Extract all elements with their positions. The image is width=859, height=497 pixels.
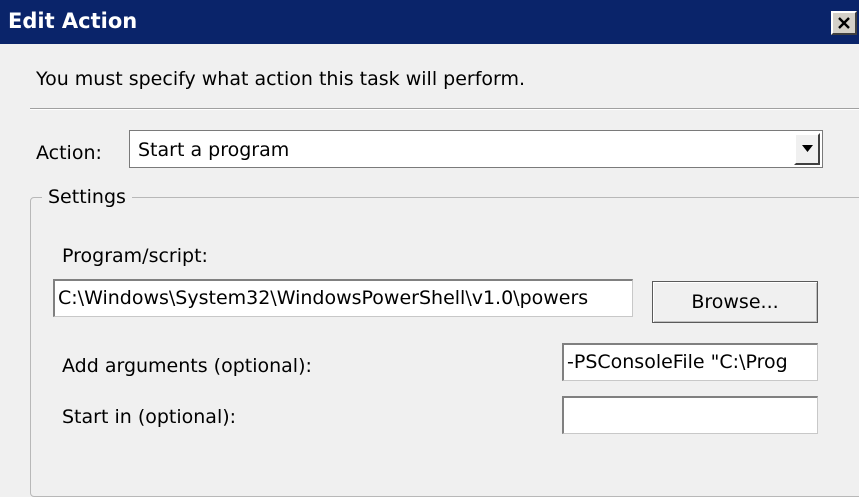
action-dropdown-button[interactable] — [794, 133, 820, 165]
start-in-input[interactable] — [562, 396, 818, 434]
title-bar[interactable]: Edit Action — [0, 0, 859, 44]
chevron-down-icon — [802, 145, 813, 152]
add-arguments-label: Add arguments (optional): — [62, 355, 312, 377]
settings-legend: Settings — [42, 186, 132, 208]
program-script-input[interactable]: C:\Windows\System32\WindowsPowerShell\v1… — [53, 279, 633, 317]
instruction-text: You must specify what action this task w… — [36, 68, 526, 90]
window-title: Edit Action — [8, 9, 138, 33]
start-in-label: Start in (optional): — [62, 406, 237, 428]
program-script-label: Program/script: — [62, 245, 208, 267]
action-label: Action: — [36, 142, 102, 164]
add-arguments-input[interactable]: -PSConsoleFile "C:\Prog — [562, 343, 818, 381]
close-button[interactable] — [831, 11, 857, 35]
action-select[interactable]: Start a program — [129, 130, 823, 168]
action-select-value: Start a program — [138, 139, 290, 161]
browse-button[interactable]: Browse... — [652, 281, 818, 323]
separator — [30, 108, 859, 110]
close-icon — [838, 17, 850, 29]
